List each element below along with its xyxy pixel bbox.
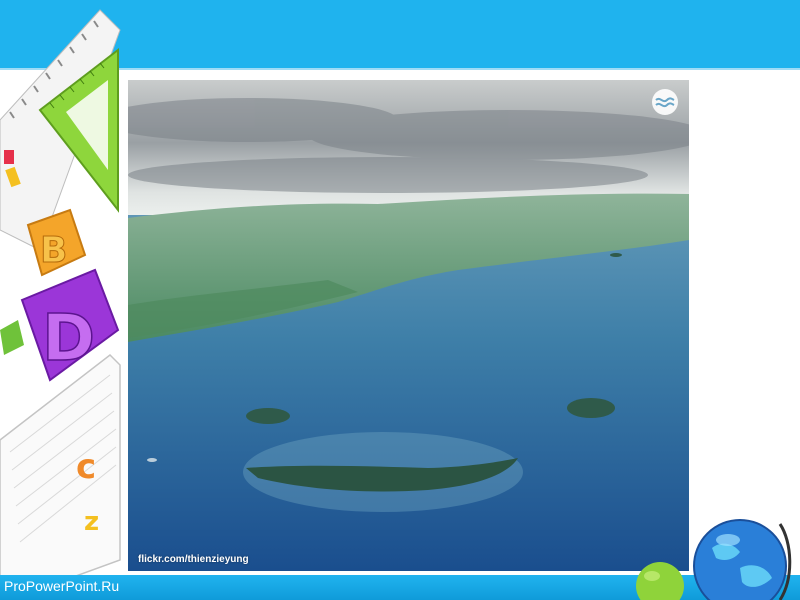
photo-credit: flickr.com/thienzieyung	[138, 554, 249, 565]
svg-text:c: c	[76, 447, 96, 487]
island-smile	[243, 432, 523, 512]
corner-decoration	[636, 519, 792, 600]
wave-logo-icon	[652, 89, 678, 115]
island-left-eye	[246, 408, 290, 424]
svg-text:D: D	[42, 302, 95, 376]
crayon-icon	[0, 320, 24, 355]
svg-text:B: B	[40, 230, 67, 271]
svg-text:z: z	[84, 507, 99, 537]
left-decoration: B D c z	[0, 9, 121, 600]
globe-icon	[693, 519, 792, 600]
pencil-icon	[4, 150, 14, 164]
open-book-icon: c z	[0, 354, 121, 600]
island-right-eye	[567, 398, 615, 418]
site-label: ProPowerPoint.Ru	[4, 578, 120, 594]
aerial-photo: flickr.com/thienzieyung	[128, 80, 689, 571]
apple-icon	[636, 562, 684, 600]
